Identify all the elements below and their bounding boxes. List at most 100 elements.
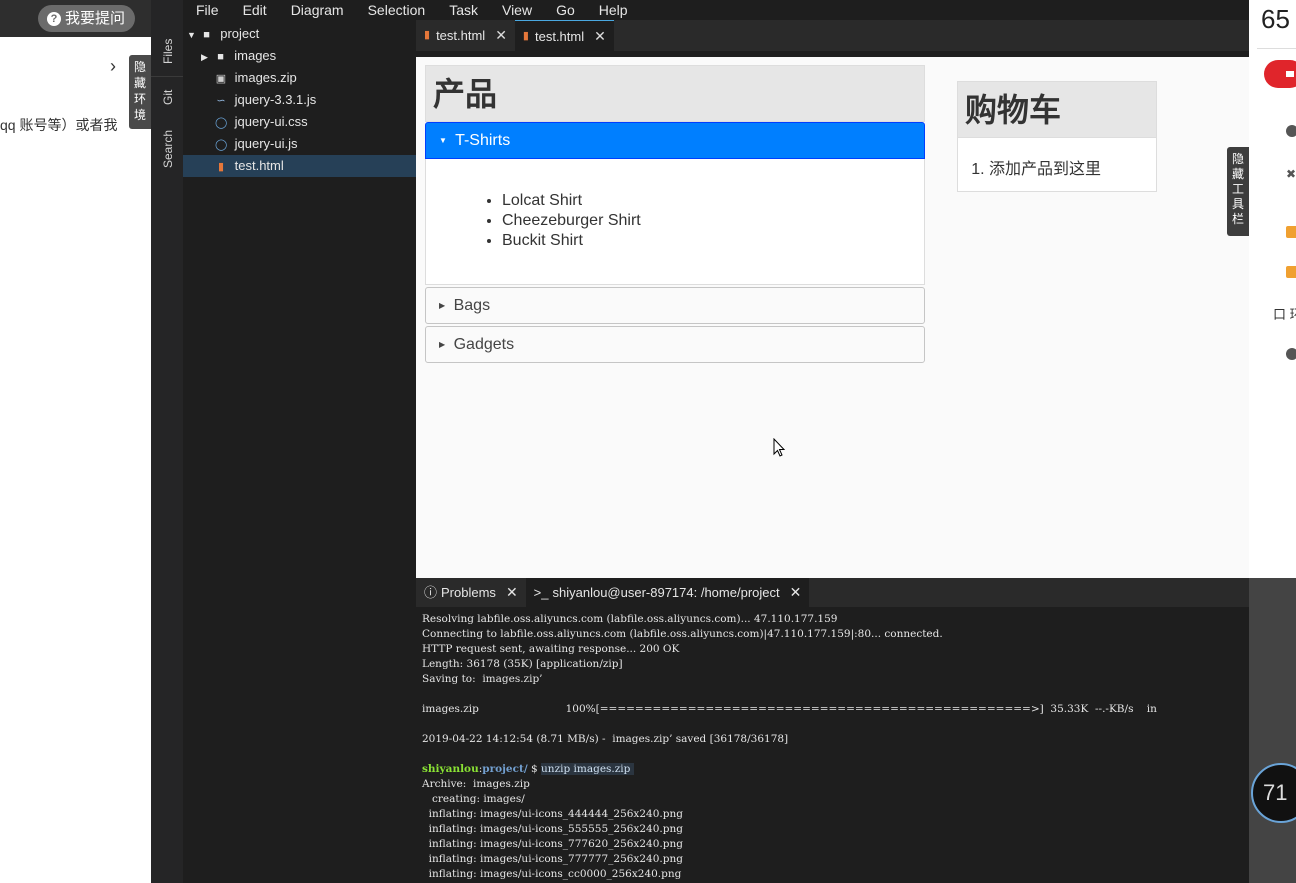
terminal-line: inflating: images/ui-icons_777620_256x24… <box>422 838 683 850</box>
close-icon[interactable]: ✕ <box>506 578 518 607</box>
ask-question-button[interactable]: ? 我要提问 <box>38 5 136 32</box>
hide-toolbar-button[interactable]: 隐 藏 工 具 栏 <box>1227 147 1249 236</box>
cart-title: 购物车 <box>957 81 1157 138</box>
question-icon: ? <box>47 11 61 26</box>
record-button[interactable] <box>1264 60 1296 88</box>
cart-drop-area[interactable]: 添加产品到这里 <box>957 138 1157 192</box>
tab-terminal[interactable]: >_ shiyanlou@user-897174: /home/project … <box>525 578 810 607</box>
triangle-down-icon: ▼ <box>439 136 447 145</box>
editor-tab-bar: ▮ test.html ✕ ▮ test.html ✕ <box>416 20 1249 51</box>
hide-environment-button[interactable]: 隐 藏 环 境 <box>129 55 151 129</box>
terminal-line: inflating: images/ui-icons_cc0000_256x24… <box>422 868 682 880</box>
accordion-panel-tshirts: Lolcat Shirt Cheezeburger Shirt Buckit S… <box>425 159 925 285</box>
terminal-line: inflating: images/ui-icons_777777_256x24… <box>422 853 683 865</box>
accordion-header-gadgets[interactable]: ▶ Gadgets <box>425 326 925 363</box>
terminal-line: Archive: images.zip <box>422 778 530 790</box>
terminal[interactable]: Resolving labfile.oss.aliyuncs.com (labf… <box>416 607 1249 883</box>
mouse-cursor-icon <box>773 438 786 457</box>
editor-tab-test-html-1[interactable]: ▮ test.html ✕ <box>416 20 515 51</box>
accordion-header-bags[interactable]: ▶ Bags <box>425 287 925 324</box>
right-strip-text[interactable]: 口 环 <box>1273 304 1296 323</box>
prompt-path: project/ <box>482 763 528 775</box>
close-icon[interactable]: ✕ <box>594 21 606 52</box>
tree-item-jquery-ui-js[interactable]: ◯ jquery-ui.js <box>183 133 416 155</box>
hide-toolbar-char: 隐 <box>1231 152 1244 166</box>
terminal-icon: >_ <box>533 585 549 600</box>
course-panel: ? 我要提问 › qq 账号等）或者我 隐 藏 环 境 <box>0 0 151 883</box>
product-item[interactable]: Lolcat Shirt <box>502 191 924 211</box>
product-item[interactable]: Cheezeburger Shirt <box>502 211 924 231</box>
prompt-user: shiyanlou <box>422 763 479 775</box>
menu-task[interactable]: Task <box>436 0 489 20</box>
js-file-icon: ◯ <box>215 139 228 151</box>
course-topbar: ? 我要提问 <box>0 0 151 37</box>
product-item[interactable]: Buckit Shirt <box>502 231 924 251</box>
tab-search[interactable]: Search <box>151 118 183 178</box>
tab-problems-label: Problems <box>441 585 496 600</box>
close-icon[interactable]: ✕ <box>495 20 507 51</box>
tree-root-folder[interactable]: ▼ ■ project <box>183 23 416 45</box>
tree-item-label: jquery-ui.css <box>234 114 308 129</box>
triangle-right-icon: ▶ <box>439 340 446 349</box>
tree-item-label: test.html <box>234 158 284 173</box>
tab-files-label: Files <box>161 38 175 64</box>
menu-go[interactable]: Go <box>543 0 586 20</box>
hide-env-char: 境 <box>133 108 146 122</box>
terminal-line: Resolving labfile.oss.aliyuncs.com (labf… <box>422 613 838 625</box>
ask-question-label: 我要提问 <box>65 10 126 27</box>
editor-tab-test-html-2[interactable]: ▮ test.html ✕ <box>514 20 614 52</box>
accordion-header-label: Gadgets <box>453 336 515 353</box>
accordion-header-tshirts[interactable]: ▼ T-Shirts <box>425 122 925 159</box>
accordion-header-label: T-Shirts <box>455 132 511 149</box>
timer-number: 65 <box>1261 4 1290 34</box>
course-text: qq 账号等）或者我 <box>0 117 118 133</box>
tab-terminal-label: shiyanlou@user-897174: /home/project <box>552 585 780 600</box>
prompt-command: unzip images.zip <box>541 763 634 775</box>
editor-tab-label: test.html <box>436 28 486 43</box>
tree-item-test-html[interactable]: ▮ test.html <box>183 155 416 177</box>
terminal-line: 2019-04-22 14:12:54 (8.71 MB/s) - images… <box>422 733 789 745</box>
menu-view[interactable]: View <box>489 0 543 20</box>
html5-icon: ▮ <box>424 29 431 41</box>
hide-env-char: 环 <box>133 92 146 106</box>
settings-icon[interactable] <box>1286 125 1296 137</box>
tree-item-jquery-ui-css[interactable]: ◯ jquery-ui.css <box>183 111 416 133</box>
right-strip-panel: 65 ✖ 口 环 <box>1249 0 1296 578</box>
products-accordion: 产品 ▼ T-Shirts Lolcat Shirt Cheezeburger … <box>425 65 925 363</box>
terminal-line: inflating: images/ui-icons_555555_256x24… <box>422 823 683 835</box>
hide-toolbar-char: 栏 <box>1231 212 1244 226</box>
menu-edit[interactable]: Edit <box>230 0 278 20</box>
menu-bar: File Edit Diagram Selection Task View Go… <box>183 0 1249 20</box>
terminal-line: creating: images/ <box>422 793 525 805</box>
help-icon[interactable] <box>1286 348 1296 360</box>
html5-icon: ▮ <box>217 161 225 173</box>
menu-file[interactable]: File <box>183 0 230 20</box>
close-icon[interactable]: ✕ <box>790 578 802 607</box>
menu-selection[interactable]: Selection <box>355 0 437 20</box>
shopping-cart: 购物车 添加产品到这里 <box>957 81 1157 192</box>
tab-git[interactable]: Git <box>151 76 183 116</box>
chevron-down-icon: ▼ <box>187 30 196 40</box>
tab-problems[interactable]: ⓘ Problems ✕ <box>416 578 526 607</box>
accordion-header-label: Bags <box>453 297 491 314</box>
folder-icon: ■ <box>203 29 210 41</box>
tab-git-label: Git <box>161 89 175 105</box>
menu-help[interactable]: Help <box>586 0 639 20</box>
hide-env-char: 隐 <box>133 60 146 74</box>
badge-icon[interactable] <box>1286 266 1296 278</box>
cart-placeholder: 添加产品到这里 <box>989 155 1156 179</box>
menu-diagram[interactable]: Diagram <box>278 0 355 20</box>
tree-item-jquery-js[interactable]: ∽ jquery-3.3.1.js <box>183 89 416 111</box>
chevron-right-icon[interactable]: › <box>110 56 116 77</box>
tree-item-images-zip[interactable]: ▣ images.zip <box>183 67 416 89</box>
tree-item-images[interactable]: ▶ ■ images <box>183 45 416 67</box>
badge-icon[interactable] <box>1286 226 1296 238</box>
terminal-prompt-line: shiyanlou:project/ $ unzip images.zip <box>422 763 634 775</box>
activity-bar: Files Git Search <box>151 0 183 883</box>
fullscreen-icon[interactable]: ✖ <box>1286 167 1296 181</box>
products-title: 产品 <box>425 65 925 122</box>
triangle-right-icon: ▶ <box>439 301 446 310</box>
tab-files[interactable]: Files <box>151 30 183 72</box>
